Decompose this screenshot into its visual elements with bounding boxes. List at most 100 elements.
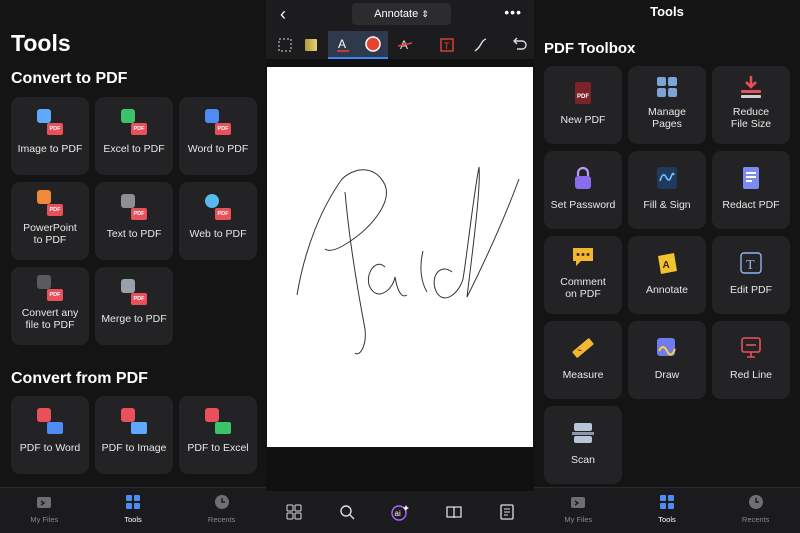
draw-button[interactable]: Draw: [628, 321, 706, 399]
edit-pdf-button[interactable]: T Edit PDF: [712, 236, 790, 314]
lock-icon: [570, 165, 596, 191]
annotate-editor-panel: ‹ Annotate ⇕ ••• A A T: [266, 0, 534, 533]
svg-text:A: A: [663, 260, 670, 271]
scan-button[interactable]: Scan: [544, 406, 622, 484]
convert-any-file-button[interactable]: PDF Convert any file to PDF: [11, 267, 89, 345]
undo-icon: [513, 37, 527, 50]
annotate-button[interactable]: A Annotate: [628, 236, 706, 314]
pdf-to-word-button[interactable]: PDF to Word: [11, 396, 89, 474]
page-outline-icon[interactable]: [498, 503, 516, 521]
reader-book-icon[interactable]: [445, 503, 463, 521]
svg-text:T: T: [746, 258, 755, 273]
svg-text:ai: ai: [395, 509, 401, 518]
color-dot-icon: [365, 36, 381, 52]
strikethrough-icon: A: [397, 38, 413, 52]
clock-icon: [214, 494, 230, 510]
section-convert-to-pdf: Convert to PDF: [11, 70, 128, 87]
textbox-tool-button[interactable]: T: [432, 31, 462, 59]
pdf-to-image-button[interactable]: PDF to Image: [95, 396, 173, 474]
svg-text:PDF: PDF: [577, 94, 589, 100]
comment-icon: [570, 244, 596, 270]
undo-button[interactable]: [504, 31, 534, 59]
word-to-pdf-icon: PDF: [205, 109, 231, 135]
textbox-icon: T: [440, 38, 454, 52]
measure-button[interactable]: Measure: [544, 321, 622, 399]
thumbnails-grid-icon[interactable]: [285, 503, 303, 521]
ruler-icon: [570, 335, 596, 361]
marquee-icon: [278, 38, 292, 52]
image-to-pdf-icon: PDF: [37, 109, 63, 135]
text-tool-button[interactable]: A: [328, 31, 358, 59]
back-chevron-icon[interactable]: ‹: [280, 4, 286, 25]
signature-pen-icon: [474, 38, 487, 52]
merge-to-pdf-icon: PDF: [121, 279, 147, 305]
mode-selector[interactable]: Annotate ⇕: [352, 3, 451, 25]
page-title: Tools: [11, 30, 71, 56]
merge-to-pdf-button[interactable]: PDF Merge to PDF: [95, 267, 173, 345]
tab-recents[interactable]: Recents: [177, 488, 266, 533]
document-canvas[interactable]: [266, 59, 534, 492]
text-underline-icon: A: [337, 37, 349, 52]
svg-text:A: A: [338, 37, 346, 51]
redline-icon: [738, 335, 764, 361]
ai-assistant-icon[interactable]: ai: [390, 503, 409, 521]
highlighter-icon: [305, 39, 317, 51]
powerpoint-to-pdf-icon: PDF: [37, 190, 63, 216]
nav-header-title: Tools: [650, 4, 684, 19]
tab-bar-right: My Files Tools Recents: [534, 487, 800, 533]
pdf-to-excel-button[interactable]: PDF to Excel: [179, 396, 257, 474]
toolbox-title: PDF Toolbox: [544, 40, 636, 57]
set-password-button[interactable]: Set Password: [544, 151, 622, 229]
pdf-to-word-icon: [37, 408, 63, 434]
redact-icon: [738, 165, 764, 191]
clock-icon: [748, 494, 764, 510]
word-to-pdf-button[interactable]: PDF Word to PDF: [179, 97, 257, 175]
pen-color-button[interactable]: [358, 31, 388, 59]
draw-icon: [654, 335, 680, 361]
text-to-pdf-button[interactable]: PDF Text to PDF: [95, 182, 173, 260]
folder-icon: [570, 494, 586, 510]
powerpoint-to-pdf-button[interactable]: PDF PowerPoint to PDF: [11, 182, 89, 260]
section-convert-from-pdf: Convert from PDF: [11, 370, 148, 387]
tab-my-files[interactable]: My Files: [0, 488, 89, 533]
signature-tool-button[interactable]: [466, 31, 496, 59]
tools-convert-panel: Tools Convert to PDF PDF Image to PDF PD…: [0, 0, 266, 533]
drawn-signature-stroke: [296, 166, 520, 355]
compress-icon: [738, 74, 764, 100]
pdf-page[interactable]: [267, 67, 533, 447]
tab-tools[interactable]: Tools: [89, 488, 178, 533]
tab-my-files[interactable]: My Files: [534, 488, 623, 533]
search-icon[interactable]: [338, 503, 356, 521]
svg-text:T: T: [444, 41, 450, 51]
redact-pdf-button[interactable]: Redact PDF: [712, 151, 790, 229]
excel-to-pdf-button[interactable]: PDF Excel to PDF: [95, 97, 173, 175]
pdf-toolbox-panel: Tools PDF Toolbox PDF New PDF Manage Pag…: [534, 0, 800, 533]
tab-recents[interactable]: Recents: [711, 488, 800, 533]
editor-top-nav: ‹ Annotate ⇕ •••: [266, 0, 534, 29]
fill-and-sign-button[interactable]: Fill & Sign: [628, 151, 706, 229]
editor-bottom-bar: ai: [266, 491, 534, 533]
grid-icon: [125, 494, 141, 510]
image-to-pdf-button[interactable]: PDF Image to PDF: [11, 97, 89, 175]
pdf-to-excel-icon: [205, 408, 231, 434]
more-options-icon[interactable]: •••: [504, 4, 522, 20]
web-to-pdf-icon: PDF: [205, 194, 231, 220]
signature-icon: [654, 165, 680, 191]
scanner-icon: [570, 420, 596, 446]
web-to-pdf-button[interactable]: PDF Web to PDF: [179, 182, 257, 260]
red-line-button[interactable]: Red Line: [712, 321, 790, 399]
grid-icon: [659, 494, 675, 510]
tab-bar: My Files Tools Recents: [0, 487, 266, 533]
edit-text-icon: T: [738, 250, 764, 276]
excel-to-pdf-icon: PDF: [121, 109, 147, 135]
strikethrough-tool-button[interactable]: A: [390, 31, 420, 59]
convert-any-file-icon: PDF: [37, 275, 63, 301]
comment-on-pdf-button[interactable]: Comment on PDF: [544, 236, 622, 314]
highlighter-tool-button[interactable]: [296, 31, 326, 59]
new-pdf-button[interactable]: PDF New PDF: [544, 66, 622, 144]
manage-pages-button[interactable]: Manage Pages: [628, 66, 706, 144]
manage-pages-icon: [654, 74, 680, 100]
annotate-toolbar: A A T: [266, 29, 534, 59]
reduce-file-size-button[interactable]: Reduce File Size: [712, 66, 790, 144]
tab-tools[interactable]: Tools: [623, 488, 712, 533]
